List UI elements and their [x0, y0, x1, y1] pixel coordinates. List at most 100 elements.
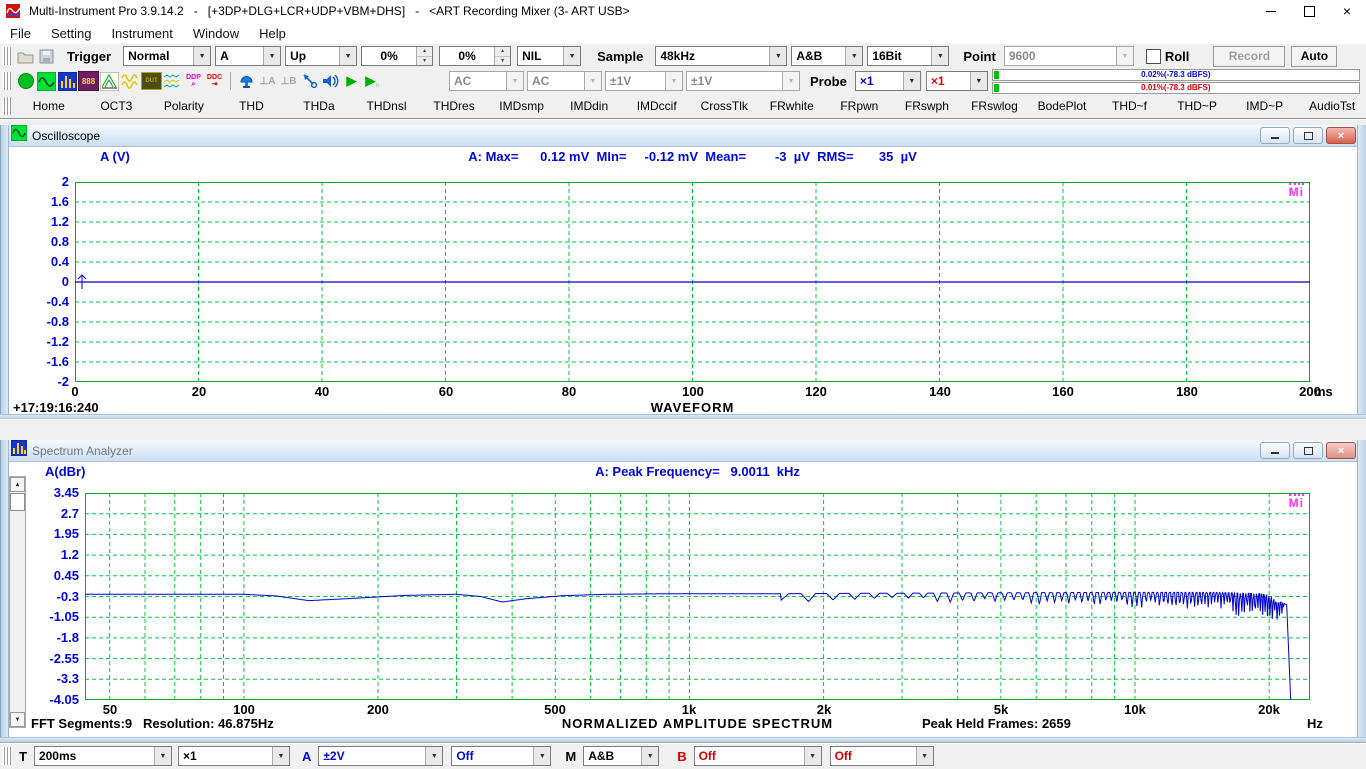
probe-b-combo[interactable]: ×1▼: [926, 71, 988, 91]
oscilloscope-plot[interactable]: Mi: [75, 182, 1310, 382]
minimize-panel-button[interactable]: [1260, 127, 1290, 144]
oscilloscope-caption[interactable]: Oscilloscope ×: [7, 125, 1358, 147]
tab-frwhite[interactable]: FRwhite: [758, 95, 826, 118]
sweep-time-combo[interactable]: 200ms▼: [34, 746, 172, 766]
restore-panel-button[interactable]: [1293, 442, 1323, 459]
spectrum-caption[interactable]: Spectrum Analyzer ×: [7, 440, 1358, 462]
menu-item-instrument[interactable]: Instrument: [101, 24, 182, 43]
spinner-down-icon[interactable]: ▼: [495, 57, 510, 66]
play-icon[interactable]: ▶: [341, 70, 362, 92]
tab-imd-p[interactable]: IMD~P: [1231, 95, 1299, 118]
tab-imdsmp[interactable]: IMDsmp: [488, 95, 556, 118]
sample-channel-combo[interactable]: A&B▼: [791, 46, 863, 66]
roll-checkbox[interactable]: Roll: [1146, 49, 1190, 64]
tab-thda[interactable]: THDa: [285, 95, 353, 118]
sample-bits-combo[interactable]: 16Bit▼: [867, 46, 949, 66]
trigger-edge-combo[interactable]: Up▼: [285, 46, 357, 66]
auto-button[interactable]: Auto: [1291, 46, 1337, 67]
close-panel-button[interactable]: ×: [1326, 127, 1356, 144]
chevron-down-icon[interactable]: ▼: [425, 747, 442, 765]
tab-crosstlk[interactable]: CrossTlk: [690, 95, 758, 118]
window-frame[interactable]: [0, 737, 1366, 742]
spectrum-3d-plot-icon[interactable]: [99, 70, 120, 92]
oscilloscope-icon[interactable]: [36, 70, 57, 92]
tab-audiotst[interactable]: AudioTst: [1298, 95, 1366, 118]
tab-thdnsl[interactable]: THDnsl: [353, 95, 421, 118]
title-bar[interactable]: Multi-Instrument Pro 3.9.14.2 - [+3DP+DL…: [0, 0, 1366, 23]
dut-icon[interactable]: DUT: [141, 70, 162, 92]
tab-thd-f[interactable]: THD~f: [1096, 95, 1164, 118]
sweep-mult-combo[interactable]: ×1▼: [178, 746, 290, 766]
chevron-down-icon[interactable]: ▼: [263, 47, 280, 65]
restore-panel-button[interactable]: [1293, 127, 1323, 144]
cursor-reader-icon[interactable]: [299, 70, 320, 92]
tab-thd[interactable]: THD: [218, 95, 286, 118]
save-file-icon[interactable]: [36, 45, 57, 67]
close-panel-button[interactable]: ×: [1326, 442, 1356, 459]
chevron-down-icon[interactable]: ▼: [804, 747, 821, 765]
tab-frswlog[interactable]: FRswlog: [961, 95, 1029, 118]
signal-generator-icon[interactable]: [120, 70, 141, 92]
channel-a-option-combo[interactable]: Off▼: [451, 746, 551, 766]
trigger-delay-spinner[interactable]: 0%▲▼: [439, 46, 511, 66]
menu-item-setting[interactable]: Setting: [41, 24, 101, 43]
chevron-down-icon[interactable]: ▼: [193, 47, 210, 65]
sample-rate-combo[interactable]: 48kHz▼: [655, 46, 787, 66]
trigger-hpf-combo[interactable]: NIL▼: [517, 46, 581, 66]
chevron-down-icon[interactable]: ▼: [533, 747, 550, 765]
channel-b-range-combo[interactable]: Off▼: [694, 746, 822, 766]
play-loop-icon[interactable]: ▶○: [362, 70, 383, 92]
lamp-icon[interactable]: [236, 70, 257, 92]
trigger-mode-combo[interactable]: Normal▼: [123, 46, 211, 66]
menu-item-help[interactable]: Help: [249, 24, 296, 43]
channel-a-range-combo[interactable]: ±2V▼: [318, 746, 443, 766]
chevron-down-icon[interactable]: ▼: [845, 47, 862, 65]
tab-polarity[interactable]: Polarity: [150, 95, 218, 118]
tab-home[interactable]: Home: [15, 95, 83, 118]
toolbar-grip[interactable]: [2, 97, 11, 115]
tab-oct3[interactable]: OCT3: [83, 95, 151, 118]
tab-thd-p[interactable]: THD~P: [1163, 95, 1231, 118]
tab-bodeplot[interactable]: BodePlot: [1028, 95, 1096, 118]
tab-frpwn[interactable]: FRpwn: [826, 95, 894, 118]
spinner-down-icon[interactable]: ▼: [417, 57, 432, 66]
probe-a-combo[interactable]: ×1▼: [855, 71, 921, 91]
chevron-down-icon[interactable]: ▼: [272, 747, 289, 765]
tab-thdres[interactable]: THDres: [420, 95, 488, 118]
chevron-down-icon[interactable]: ▼: [563, 47, 580, 65]
multimeter-icon[interactable]: 888: [78, 70, 99, 92]
mode-combo[interactable]: A&B▼: [583, 746, 659, 766]
window-frame[interactable]: [1357, 440, 1366, 742]
tab-imddin[interactable]: IMDdin: [555, 95, 623, 118]
toolbar-grip[interactable]: [2, 747, 11, 765]
toolbar-grip[interactable]: [2, 47, 11, 65]
data-logger-icon[interactable]: [162, 70, 183, 92]
chevron-down-icon[interactable]: ▼: [154, 747, 171, 765]
tab-frswph[interactable]: FRswph: [893, 95, 961, 118]
run-icon[interactable]: [15, 70, 36, 92]
toolbar-grip[interactable]: [2, 72, 11, 90]
open-file-icon[interactable]: [15, 45, 36, 67]
close-window-button[interactable]: ×: [1328, 1, 1366, 22]
window-frame[interactable]: [1357, 125, 1366, 419]
speaker-icon[interactable]: [320, 70, 341, 92]
trigger-level-spinner[interactable]: 0%▲▼: [361, 46, 433, 66]
window-frame[interactable]: [0, 440, 9, 742]
spectrum-plot[interactable]: Mi: [85, 493, 1310, 700]
chevron-down-icon[interactable]: ▼: [769, 47, 786, 65]
minimize-panel-button[interactable]: [1260, 442, 1290, 459]
spectrum-analyzer-icon[interactable]: [57, 70, 78, 92]
spinner-up-icon[interactable]: ▲: [417, 47, 432, 57]
ddc-icon[interactable]: DDC⇥: [204, 70, 225, 92]
chevron-down-icon[interactable]: ▼: [970, 72, 987, 90]
maximize-window-button[interactable]: [1290, 1, 1328, 22]
menu-item-file[interactable]: File: [0, 24, 41, 43]
window-frame[interactable]: [0, 125, 9, 419]
ddp-viewer-icon[interactable]: DDP⌕: [183, 70, 204, 92]
checkbox-icon[interactable]: [1146, 49, 1161, 64]
channel-b-option-combo[interactable]: Off▼: [830, 746, 934, 766]
window-frame[interactable]: [0, 414, 1366, 419]
trigger-source-combo[interactable]: A▼: [215, 46, 281, 66]
spinner-up-icon[interactable]: ▲: [495, 47, 510, 57]
chevron-down-icon[interactable]: ▼: [339, 47, 356, 65]
